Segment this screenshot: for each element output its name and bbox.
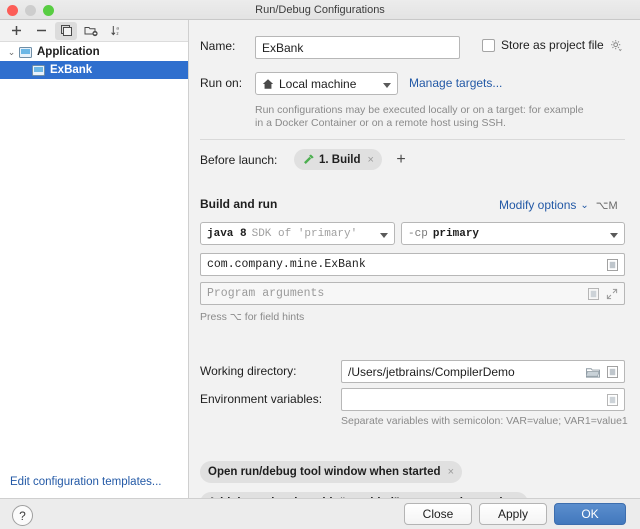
gear-icon[interactable] (610, 39, 623, 52)
macro-icon[interactable] (607, 394, 618, 406)
macro-icon[interactable] (607, 259, 618, 271)
jre-value-detail: SDK of 'primary' (252, 228, 358, 240)
apply-button[interactable]: Apply (479, 503, 547, 525)
edit-configuration-templates-link[interactable]: Edit configuration templates... (10, 476, 162, 488)
folder-icon[interactable] (586, 366, 600, 378)
configuration-form: Name: ExBank Store as project file (189, 20, 640, 498)
run-on-row: Run on: (200, 76, 242, 90)
classpath-value: primary (433, 228, 479, 240)
expand-icon[interactable] (606, 288, 618, 300)
window-titlebar: Run/Debug Configurations (0, 0, 640, 20)
tree-node-exbank-label: ExBank (50, 64, 92, 76)
close-button[interactable]: Close (404, 503, 472, 525)
minus-icon (35, 24, 48, 37)
svg-text:z: z (116, 31, 119, 36)
tree-node-application-label: Application (37, 46, 100, 58)
before-launch-task-label: 1. Build (319, 154, 361, 166)
working-directory-value: /Users/jetbrains/CompilerDemo (348, 365, 586, 379)
option-chip-open-tool-window[interactable]: Open run/debug tool window when started … (200, 461, 462, 483)
name-row: Name: (200, 39, 260, 53)
close-icon[interactable]: × (368, 154, 374, 166)
ok-button[interactable]: OK (554, 503, 626, 525)
modify-options-link[interactable]: Modify options (499, 198, 576, 212)
configurations-tree: ⌄ Application ExBank (0, 43, 188, 79)
remove-configuration-button[interactable] (30, 22, 52, 40)
folder-add-icon (84, 24, 98, 37)
dialog-footer: ? Close Apply OK (0, 498, 640, 529)
section-divider (200, 139, 625, 140)
tree-node-exbank[interactable]: ExBank (0, 61, 188, 79)
name-label: Name: (200, 39, 260, 53)
chevron-down-icon[interactable] (610, 233, 618, 238)
copy-icon (60, 24, 73, 37)
run-on-value: Local machine (279, 77, 356, 91)
store-as-project-file-checkbox[interactable] (482, 39, 495, 52)
modify-options-shortcut: ⌥M (596, 199, 618, 212)
working-directory-row: Working directory: (200, 364, 296, 378)
home-icon (262, 78, 274, 90)
run-debug-configurations-dialog: Run/Debug Configurations (0, 0, 640, 529)
copy-configuration-button[interactable] (55, 22, 77, 40)
store-as-project-file-row[interactable]: Store as project file (482, 38, 623, 52)
sort-configurations-button[interactable]: a z (105, 22, 127, 40)
store-as-project-file-label: Store as project file (501, 38, 604, 52)
manage-targets-link[interactable]: Manage targets... (409, 76, 502, 90)
macro-icon[interactable] (588, 288, 599, 300)
add-configuration-button[interactable] (5, 22, 27, 40)
environment-variables-row: Environment variables: (200, 392, 322, 406)
environment-variables-hint: Separate variables with semicolon: VAR=v… (341, 415, 628, 428)
svg-text:a: a (116, 26, 119, 31)
add-before-launch-task-button[interactable]: + (392, 149, 410, 170)
build-and-run-row: Build and run (200, 197, 277, 211)
jre-select[interactable]: java 8 SDK of 'primary' (200, 222, 395, 245)
configurations-sidebar: a z ⌄ Application ExBank (0, 20, 189, 498)
working-directory-input[interactable]: /Users/jetbrains/CompilerDemo (341, 360, 625, 383)
main-class-value: com.company.mine.ExBank (207, 258, 607, 271)
working-directory-label: Working directory: (200, 364, 296, 378)
plus-icon (10, 24, 23, 37)
before-launch-label: Before launch: (200, 153, 277, 167)
chevron-down-icon[interactable]: ⌄ (6, 47, 17, 58)
program-arguments-input[interactable]: Program arguments (200, 282, 625, 305)
program-arguments-placeholder: Program arguments (207, 287, 588, 300)
close-icon[interactable]: × (448, 466, 454, 478)
name-input-value: ExBank (262, 41, 303, 55)
sidebar-toolbar: a z (0, 20, 188, 42)
classpath-flag: -cp (408, 228, 428, 240)
chevron-down-icon[interactable] (383, 83, 391, 88)
chevron-down-icon[interactable] (380, 233, 388, 238)
build-and-run-label: Build and run (200, 197, 277, 211)
modify-options-row[interactable]: Modify options ⌄ ⌥M (499, 198, 618, 212)
run-on-hint-line2: in a Docker Container or on a remote hos… (255, 117, 625, 130)
field-hints-note: Press ⌥ for field hints (200, 311, 304, 324)
window-title: Run/Debug Configurations (0, 0, 640, 20)
chevron-down-icon[interactable]: ⌄ (580, 200, 588, 211)
option-chip-label: Open run/debug tool window when started (208, 466, 441, 478)
tree-node-application[interactable]: ⌄ Application (0, 43, 188, 61)
jre-value: java 8 (207, 228, 247, 240)
sort-az-icon: a z (110, 24, 123, 37)
run-on-select[interactable]: Local machine (255, 72, 398, 95)
application-icon (19, 47, 32, 58)
before-launch-row: Before launch: (200, 153, 277, 167)
hammer-icon (302, 153, 315, 166)
macro-icon[interactable] (607, 366, 618, 378)
application-icon (32, 65, 45, 76)
main-class-input[interactable]: com.company.mine.ExBank (200, 253, 625, 276)
run-on-hint-line1: Run configurations may be executed local… (255, 104, 625, 117)
classpath-select[interactable]: -cp primary (401, 222, 625, 245)
new-folder-button[interactable] (80, 22, 102, 40)
environment-variables-input[interactable] (341, 388, 625, 411)
run-on-hint: Run configurations may be executed local… (255, 104, 625, 130)
before-launch-task-chip[interactable]: 1. Build × (294, 149, 382, 170)
help-button[interactable]: ? (12, 505, 33, 526)
name-input[interactable]: ExBank (255, 36, 460, 59)
run-on-label: Run on: (200, 76, 242, 90)
environment-variables-label: Environment variables: (200, 392, 322, 406)
